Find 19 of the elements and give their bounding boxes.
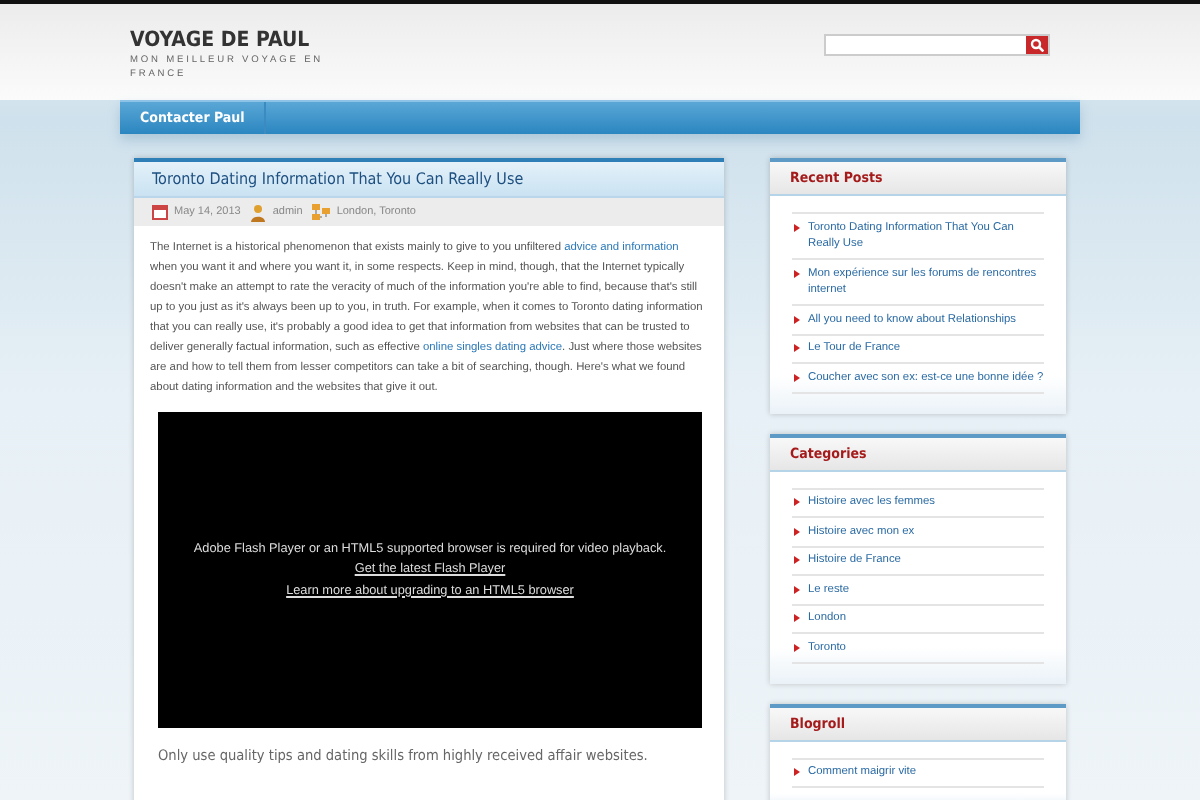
bullet-icon (794, 643, 800, 651)
bullet-icon (794, 585, 800, 593)
calendar-icon (152, 204, 168, 220)
bullet-icon (794, 556, 800, 564)
search-button[interactable] (1026, 36, 1048, 54)
bullet-icon (794, 768, 800, 776)
bullet-icon (794, 223, 800, 231)
bullet-icon (794, 344, 800, 352)
bullet-icon (794, 269, 800, 277)
search-field[interactable] (824, 34, 1050, 56)
search-icon (1030, 38, 1044, 52)
bullet-icon (794, 373, 800, 381)
bullet-icon (794, 527, 800, 535)
bullet-icon (794, 614, 800, 622)
bullet-icon (794, 315, 800, 323)
folder-icon (312, 204, 331, 220)
site-title[interactable]: VOYAGE DE PAUL (130, 28, 330, 52)
bullet-icon (794, 498, 800, 506)
person-icon (250, 203, 267, 221)
